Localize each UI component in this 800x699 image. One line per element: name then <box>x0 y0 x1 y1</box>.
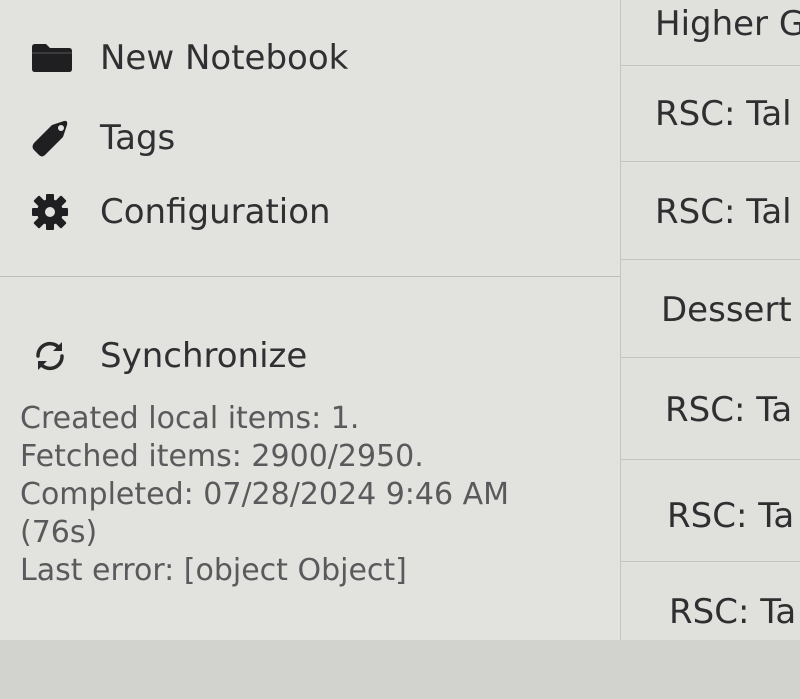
note-title: Dessert <box>661 290 792 330</box>
note-list-item[interactable]: Higher Gr <box>621 0 800 65</box>
sync-status-created: Created local items: 1. <box>20 401 360 436</box>
synchronize-label: Synchronize <box>100 336 308 376</box>
note-title: RSC: Tal <box>655 192 792 232</box>
sync-status-fetched: Fetched items: 2900/2950. <box>20 439 424 474</box>
note-title: RSC: Ta <box>669 592 797 632</box>
note-list-item[interactable]: RSC: Ta <box>621 357 800 459</box>
note-list-item[interactable]: Dessert <box>621 259 800 357</box>
sync-status: Created local items: 1. Fetched items: 2… <box>20 400 600 590</box>
sidebar: New Notebook Tags Configuration Synchron… <box>0 0 620 640</box>
screen-bottom-edge <box>0 640 800 699</box>
sync-status-completed: Completed: 07/28/2024 9:46 AM <box>20 477 510 512</box>
note-title: Higher Gr <box>655 4 800 44</box>
note-title: RSC: Ta <box>667 496 795 536</box>
tags-button[interactable]: Tags <box>30 118 175 158</box>
note-list: Higher Gr RSC: Tal RSC: Tal Dessert RSC:… <box>620 0 800 640</box>
gear-icon <box>30 192 76 232</box>
new-notebook-label: New Notebook <box>100 38 349 78</box>
sync-status-last-error: Last error: [object Object] <box>20 553 407 588</box>
note-title: RSC: Ta <box>665 390 793 430</box>
new-notebook-button[interactable]: New Notebook <box>30 38 348 78</box>
tag-icon <box>30 118 76 158</box>
note-list-item[interactable]: RSC: Tal <box>621 65 800 161</box>
sidebar-divider <box>0 276 620 277</box>
note-list-item[interactable]: RSC: Tal <box>621 161 800 259</box>
note-title: RSC: Tal <box>655 94 792 134</box>
sync-status-duration: (76s) <box>20 515 98 550</box>
synchronize-button[interactable]: Synchronize <box>30 336 307 376</box>
sync-icon <box>30 336 76 376</box>
note-list-item[interactable]: RSC: Ta <box>621 459 800 561</box>
configuration-button[interactable]: Configuration <box>30 192 331 232</box>
tags-label: Tags <box>100 118 176 158</box>
folder-icon <box>30 38 76 78</box>
note-list-item[interactable]: RSC: Ta <box>621 561 800 640</box>
configuration-label: Configuration <box>100 192 331 232</box>
